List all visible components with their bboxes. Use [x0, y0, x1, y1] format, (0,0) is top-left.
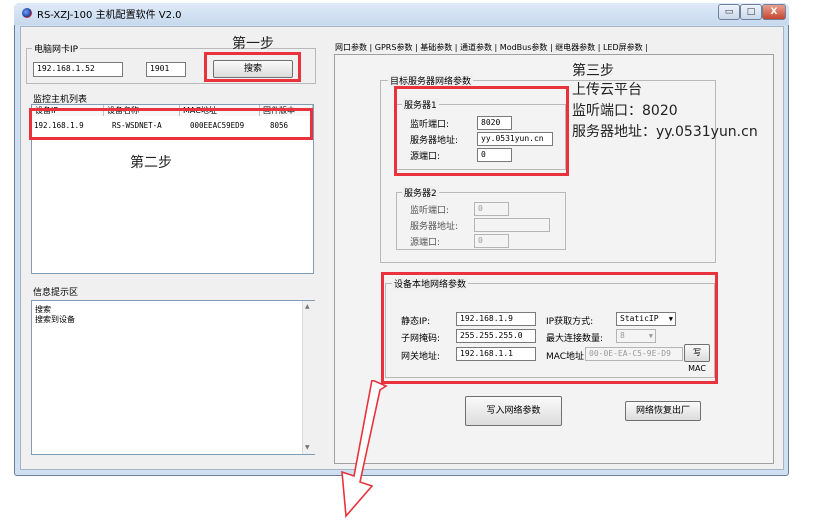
tab-modbus[interactable]: ModBus参数	[500, 43, 548, 52]
restore-factory-button[interactable]: 网络恢复出厂	[625, 401, 701, 421]
scroll-up-icon[interactable]: ▲	[305, 303, 310, 310]
server2-listen-port-label: 监听端口:	[410, 206, 450, 216]
info-scrollbar[interactable]: ▲ ▼	[302, 301, 315, 454]
write-network-params-button[interactable]: 写入网络参数	[465, 396, 562, 426]
tab-relay[interactable]: 继电器参数	[555, 43, 595, 52]
tab-strip: 网口参数 | GPRS参数 | 基础参数 | 通道参数 | ModBus参数 |…	[335, 43, 648, 52]
nic-ip-field[interactable]: 192.168.1.52	[33, 62, 123, 77]
server2-address-field[interactable]	[474, 218, 550, 232]
tab-gprs[interactable]: GPRS参数	[375, 43, 413, 52]
app-icon	[22, 8, 32, 18]
step2-label: 第二步	[130, 155, 172, 171]
close-button[interactable]: X	[762, 4, 786, 20]
step3-label: 第三步	[572, 63, 614, 79]
step2-highlight	[29, 108, 313, 140]
window-title: RS-XZJ-100 主机配置软件 V2.0	[37, 10, 182, 21]
local-net-highlight	[381, 272, 718, 384]
info-area-label: 信息提示区	[33, 288, 79, 298]
minimize-button[interactable]: ▭	[718, 4, 740, 20]
step1-highlight	[204, 52, 301, 82]
server2-label: 服务器2	[402, 186, 439, 199]
tab-network[interactable]: 网口参数	[335, 43, 367, 52]
tab-led[interactable]: LED屏参数	[603, 43, 643, 52]
server2-address-label: 服务器地址:	[410, 222, 459, 232]
server2-listen-port-field[interactable]: 0	[474, 202, 509, 216]
step3-line1: 上传云平台	[572, 82, 642, 98]
scroll-down-icon[interactable]: ▼	[305, 444, 310, 451]
step3-highlight	[394, 86, 569, 176]
info-line: 搜索到设备	[35, 315, 75, 324]
server2-source-port-label: 源端口:	[410, 238, 441, 248]
maximize-button[interactable]: □	[740, 4, 762, 20]
tab-channel[interactable]: 通道参数	[460, 43, 492, 52]
server2-source-port-field[interactable]: 0	[474, 234, 509, 248]
nic-group-label: 电脑网卡IP	[32, 42, 81, 55]
info-textarea[interactable]: 搜索 搜索到设备 ▲ ▼	[31, 300, 315, 455]
arrow-down-icon	[341, 380, 388, 518]
step1-label: 第一步	[232, 36, 274, 52]
step3-line3: 服务器地址：yy.0531yun.cn	[572, 124, 758, 140]
tab-basic[interactable]: 基础参数	[420, 43, 452, 52]
nic-port-field[interactable]: 1901	[146, 62, 186, 77]
step3-line2: 监听端口：8020	[572, 103, 678, 119]
